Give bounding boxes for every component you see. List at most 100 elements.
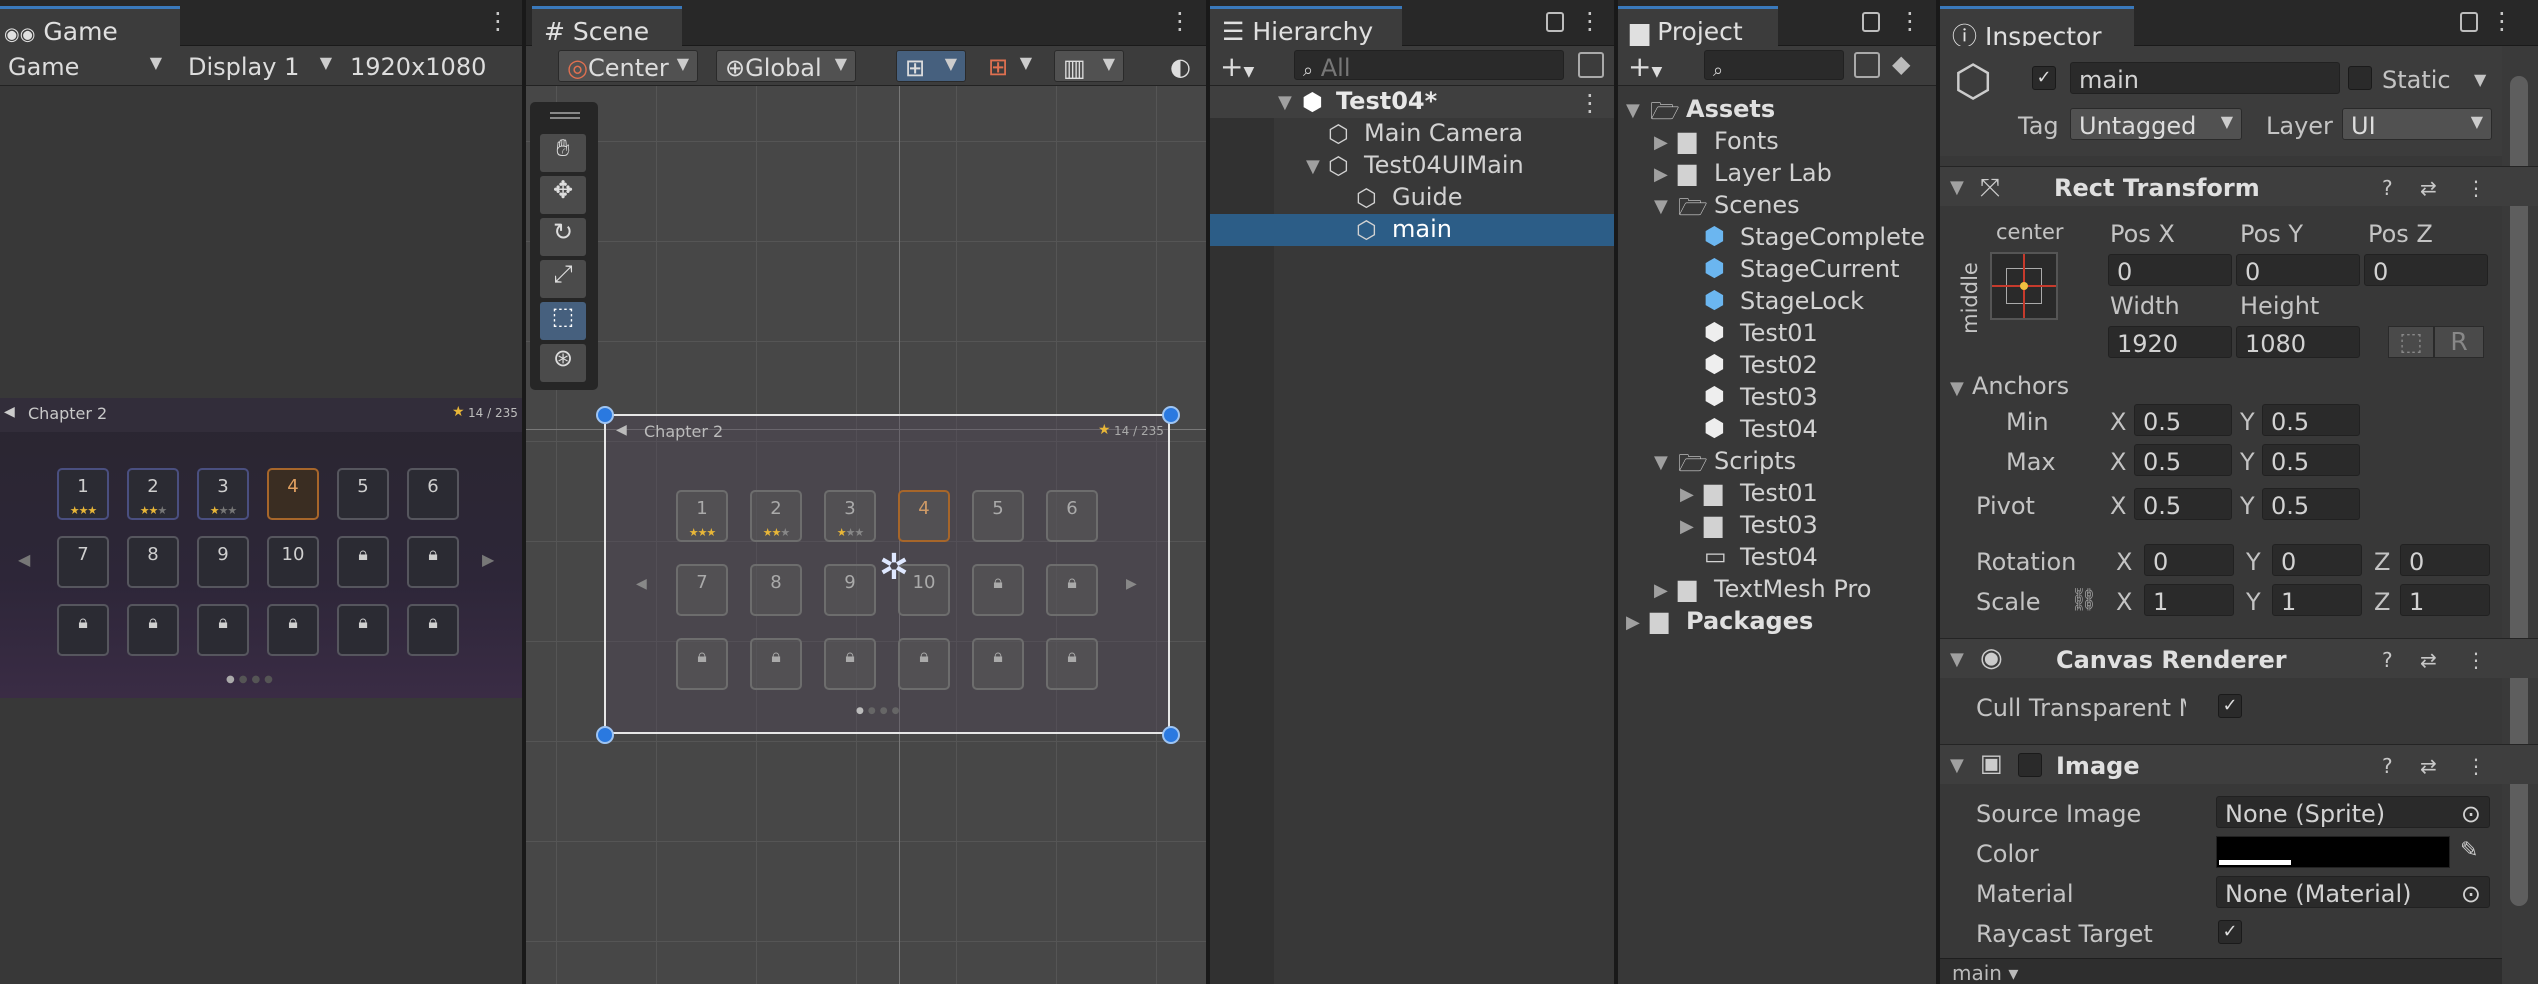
- hierarchy-item[interactable]: ▼ ⬡ Test04UIMain: [1210, 150, 1614, 182]
- project-folder[interactable]: ▶ ▆ Test03: [1618, 510, 1936, 542]
- level-slot[interactable]: 3 ★★★: [197, 468, 249, 520]
- level-slot-current[interactable]: 4: [267, 468, 319, 520]
- tag-dropdown[interactable]: Untagged ▼: [2070, 108, 2242, 140]
- project-prefab[interactable]: ⬢ StageComplete: [1618, 222, 1936, 254]
- image-enabled-checkbox[interactable]: [2018, 753, 2042, 777]
- hierarchy-item[interactable]: ⬡ Main Camera: [1210, 118, 1614, 150]
- scale-tool-icon[interactable]: ⤢: [540, 260, 586, 298]
- create-button[interactable]: +▼: [1628, 50, 1662, 83]
- project-folder[interactable]: ▼ 🗁 Scripts: [1618, 446, 1936, 478]
- space-dropdown[interactable]: ⊕Global ▼: [716, 50, 856, 82]
- level-slot[interactable]: 5: [337, 468, 389, 520]
- level-slot[interactable]: 7: [57, 536, 109, 588]
- scene-item-menu[interactable]: · · ·: [1586, 84, 1594, 124]
- pos-z-field[interactable]: 0: [2364, 254, 2488, 286]
- palette-grip[interactable]: [550, 112, 580, 114]
- level-slot[interactable]: 2 ★★★: [127, 468, 179, 520]
- source-image-field[interactable]: None (Sprite) ⊙: [2216, 796, 2490, 828]
- pivot-gizmo-icon[interactable]: ✲: [874, 548, 914, 588]
- transform-tool-icon[interactable]: ⊛: [540, 344, 586, 382]
- constrain-proportions-icon[interactable]: ⛓︎: [2070, 588, 2098, 613]
- level-slot[interactable]: 8: [127, 536, 179, 588]
- help-icon[interactable]: ?: [2382, 754, 2393, 778]
- scene-viewport[interactable]: ✋︎ ✥ ↻ ⤢ ⬚ ⊛ ◀ Chapter 2 ★ 14 / 235 1 ★★★…: [526, 86, 1206, 984]
- help-icon[interactable]: ?: [2382, 648, 2393, 672]
- image-component-header[interactable]: ▼ ▣ Image ? ⇄ ⋮: [1940, 744, 2538, 784]
- project-prefab[interactable]: ⬢ StageCurrent: [1618, 254, 1936, 286]
- project-folder-packages[interactable]: ▶ ▆ Packages: [1618, 606, 1936, 638]
- project-scene[interactable]: ⬢ Test04: [1618, 414, 1936, 446]
- raw-edit-button[interactable]: R: [2434, 326, 2484, 358]
- material-field[interactable]: None (Material) ⊙: [2216, 876, 2490, 908]
- rect-handle-top-left[interactable]: [596, 406, 614, 424]
- project-folder[interactable]: ▶ ▆ Test01: [1618, 478, 1936, 510]
- rotation-x-field[interactable]: 0: [2144, 544, 2234, 576]
- project-menu-button[interactable]: · · ·: [1906, 2, 1914, 42]
- eyedropper-icon[interactable]: ✎: [2460, 838, 2478, 863]
- game-mode-dropdown[interactable]: Game ▼: [0, 50, 170, 82]
- project-folder[interactable]: ▶ ▆ TextMesh Pro: [1618, 574, 1936, 606]
- hierarchy-item[interactable]: ⬡ Guide: [1210, 182, 1614, 214]
- scene-menu-button[interactable]: · · ·: [1176, 2, 1184, 42]
- project-folder-assets[interactable]: ▼ 🗁 Assets: [1618, 94, 1936, 126]
- component-menu-button[interactable]: ⋮: [2466, 648, 2486, 672]
- level-slot[interactable]: 1 ★★★: [57, 468, 109, 520]
- project-search-input[interactable]: ⌕: [1704, 50, 1844, 81]
- tab-inspector[interactable]: ⓘ Inspector: [1940, 6, 2134, 51]
- rect-handle-bottom-right[interactable]: [1162, 726, 1180, 744]
- color-swatch[interactable]: [2216, 836, 2450, 868]
- back-arrow-icon[interactable]: ◀: [4, 404, 15, 420]
- level-slot[interactable]: 9: [197, 536, 249, 588]
- width-field[interactable]: 1920: [2108, 326, 2232, 358]
- pos-y-field[interactable]: 0: [2236, 254, 2360, 286]
- inspector-footer[interactable]: main ▾: [1940, 958, 2502, 984]
- scene-visibility-button[interactable]: [1578, 52, 1604, 78]
- next-page-icon[interactable]: ▶: [482, 550, 494, 569]
- hierarchy-scene-root[interactable]: ▼ ⬢ Test04* · · ·: [1210, 84, 1614, 124]
- pivot-y-field[interactable]: 0.5: [2262, 488, 2360, 520]
- project-scene[interactable]: ⬢ Test02: [1618, 350, 1936, 382]
- move-tool-icon[interactable]: ✥: [540, 176, 586, 214]
- hierarchy-menu-button[interactable]: · · ·: [1586, 2, 1594, 42]
- create-button[interactable]: +▼: [1220, 50, 1254, 83]
- anchor-min-x-field[interactable]: 0.5: [2134, 404, 2232, 436]
- hand-tool-icon[interactable]: ✋︎: [540, 134, 586, 172]
- tab-scene[interactable]: # Scene: [532, 6, 682, 46]
- pivot-x-field[interactable]: 0.5: [2134, 488, 2232, 520]
- scale-z-field[interactable]: 1: [2400, 584, 2490, 616]
- height-field[interactable]: 1080: [2236, 326, 2360, 358]
- component-menu-button[interactable]: ⋮: [2466, 176, 2486, 200]
- help-icon[interactable]: ?: [2382, 176, 2393, 200]
- project-folder[interactable]: ▼ 🗁 Scenes: [1618, 190, 1936, 222]
- lock-icon[interactable]: [1862, 12, 1880, 32]
- presets-icon[interactable]: ⇄: [2420, 754, 2437, 778]
- static-checkbox[interactable]: [2348, 66, 2372, 90]
- game-view[interactable]: ◀ Chapter 2 ★ 14 / 235 1 ★★★ 2 ★★★ 3 ★★★ 4 …: [0, 398, 522, 698]
- ruler-button[interactable]: ▥ ▼: [1054, 50, 1124, 82]
- layer-dropdown[interactable]: UI ▼: [2342, 108, 2492, 140]
- anchor-presets-button[interactable]: [1990, 252, 2058, 320]
- blueprint-mode-button[interactable]: ⬚: [2388, 326, 2434, 358]
- cull-transparent-checkbox[interactable]: ✓: [2218, 694, 2242, 718]
- project-folder[interactable]: ▶ ▆ Fonts: [1618, 126, 1936, 158]
- lock-icon[interactable]: [1546, 12, 1564, 32]
- tab-project[interactable]: ▆ Project: [1618, 6, 1778, 46]
- game-menu-button[interactable]: · · ·: [494, 2, 502, 42]
- resolution-dropdown[interactable]: 1920x1080: [342, 50, 522, 82]
- canvas-renderer-header[interactable]: ▼ ◉ Canvas Renderer ? ⇄ ⋮: [1940, 638, 2538, 678]
- scale-y-field[interactable]: 1: [2272, 584, 2362, 616]
- inspector-menu-button[interactable]: · · ·: [2498, 2, 2506, 42]
- tab-game[interactable]: ◉◉ Game: [0, 6, 180, 46]
- anchor-min-y-field[interactable]: 0.5: [2262, 404, 2360, 436]
- pivot-dropdown[interactable]: ◎Center ▼: [558, 50, 698, 82]
- level-slot[interactable]: 6: [407, 468, 459, 520]
- presets-icon[interactable]: ⇄: [2420, 176, 2437, 200]
- rect-handle-top-right[interactable]: [1162, 406, 1180, 424]
- project-prefab[interactable]: ⬢ StageLock: [1618, 286, 1936, 318]
- active-checkbox[interactable]: ✓: [2032, 66, 2056, 90]
- chevron-down-icon[interactable]: ▼: [2474, 70, 2486, 89]
- raycast-target-checkbox[interactable]: ✓: [2218, 920, 2242, 944]
- grid-snap-button[interactable]: ⊞ ▼: [896, 50, 966, 82]
- project-folder-empty[interactable]: ▭ Test04: [1618, 542, 1936, 574]
- project-scene[interactable]: ⬢ Test03: [1618, 382, 1936, 414]
